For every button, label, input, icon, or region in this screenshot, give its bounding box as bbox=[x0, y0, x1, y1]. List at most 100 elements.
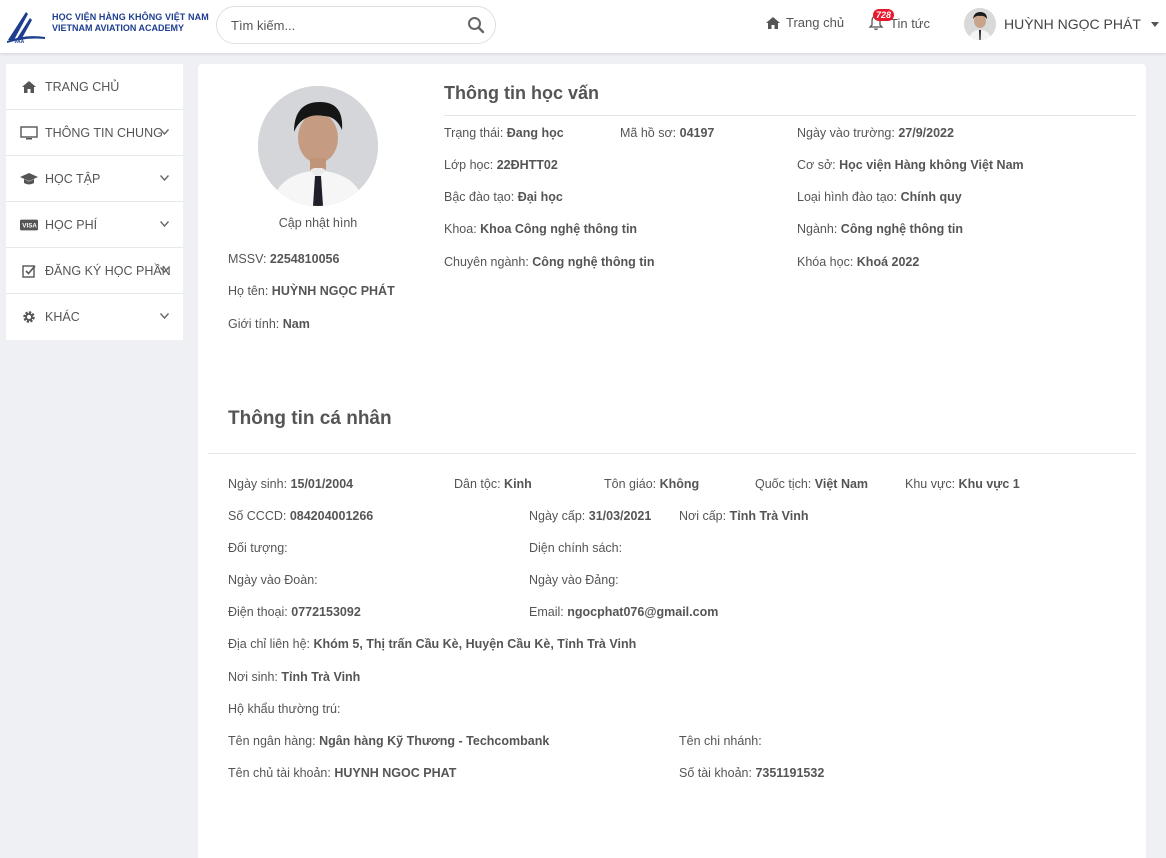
sidebar-item-course-registration[interactable]: ĐĂNG KÝ HỌC PHẦN bbox=[6, 248, 183, 294]
training-type-label: Loại hình đào tạo: bbox=[797, 190, 898, 204]
bell-icon: 728 bbox=[868, 9, 895, 31]
name-field: Họ tên: HUỲNH NGỌC PHÁT bbox=[228, 284, 395, 298]
name-value: HUỲNH NGỌC PHÁT bbox=[271, 284, 395, 298]
account-number-value: 7351191532 bbox=[755, 766, 825, 780]
level-label: Bậc đào tạo: bbox=[444, 190, 515, 204]
sidebar-item-label: HỌC PHÍ bbox=[45, 217, 98, 232]
education-divider bbox=[444, 115, 1136, 116]
birthplace-field: Nơi sinh: Tỉnh Trà Vinh bbox=[228, 670, 360, 684]
sidebar-item-label: HỌC TẬP bbox=[45, 171, 101, 186]
sidebar-item-label: ĐĂNG KÝ HỌC PHẦN bbox=[45, 263, 171, 278]
search-input[interactable] bbox=[231, 16, 461, 34]
residence-label: Hộ khẩu thường trú: bbox=[228, 702, 341, 716]
party-date-field: Ngày vào Đảng: bbox=[529, 573, 619, 587]
search-icon[interactable] bbox=[467, 16, 485, 34]
campus-value: Học viện Hàng không Việt Nam bbox=[839, 158, 1024, 172]
citizen-id-field: Số CCCD: 084204001266 bbox=[228, 509, 373, 523]
phone-label: Điện thoại: bbox=[228, 605, 288, 619]
user-menu[interactable]: HUỲNH NGỌC PHÁT bbox=[964, 8, 1159, 40]
course-field: Khóa học: Khoá 2022 bbox=[797, 255, 919, 269]
email-label: Email: bbox=[529, 605, 564, 619]
top-header: VAA HỌC VIỆN HÀNG KHÔNG VIỆT NAM VIETNAM… bbox=[0, 0, 1166, 53]
gender-field: Giới tính: Nam bbox=[228, 317, 310, 331]
specialization-label: Chuyên ngành: bbox=[444, 255, 529, 269]
check-square-icon bbox=[20, 264, 38, 278]
entry-date-field: Ngày vào trường: 27/9/2022 bbox=[797, 126, 954, 140]
nav-home-label: Trang chủ bbox=[786, 15, 845, 30]
course-label: Khóa học: bbox=[797, 255, 854, 269]
account-holder-field: Tên chủ tài khoản: HUYNH NGOC PHAT bbox=[228, 766, 456, 780]
account-number-field: Số tài khoản: 7351191532 bbox=[679, 766, 824, 780]
dob-label: Ngày sinh: bbox=[228, 477, 288, 491]
file-code-label: Mã hồ sơ: bbox=[620, 126, 677, 140]
caret-down-icon bbox=[1150, 21, 1159, 27]
mssv-value: 2254810056 bbox=[269, 252, 340, 266]
issue-date-label: Ngày cấp: bbox=[529, 509, 586, 523]
bank-field: Tên ngân hàng: Ngân hàng Kỹ Thương - Tec… bbox=[228, 734, 549, 748]
sidebar-item-label: THÔNG TIN CHUNG bbox=[45, 125, 163, 140]
faculty-value: Khoa Công nghệ thông tin bbox=[480, 222, 638, 236]
specialization-value: Công nghệ thông tin bbox=[532, 255, 655, 269]
account-number-label: Số tài khoản: bbox=[679, 766, 752, 780]
gear-icon bbox=[20, 310, 38, 324]
search-box bbox=[216, 6, 496, 44]
level-value: Đại học bbox=[517, 190, 563, 204]
training-type-value: Chính quy bbox=[900, 190, 962, 204]
issue-place-field: Nơi cấp: Tỉnh Trà Vinh bbox=[679, 509, 809, 523]
chevron-down-icon bbox=[160, 175, 169, 181]
sidebar-item-other[interactable]: KHÁC bbox=[6, 294, 183, 340]
training-type-field: Loại hình đào tạo: Chính quy bbox=[797, 190, 962, 204]
region-value: Khu vực 1 bbox=[958, 477, 1020, 491]
branch-label: Tên chi nhánh: bbox=[679, 734, 762, 748]
sidebar-item-home[interactable]: TRANG CHỦ bbox=[6, 64, 183, 110]
sidebar-item-general-info[interactable]: THÔNG TIN CHUNG bbox=[6, 110, 183, 156]
entry-date-label: Ngày vào trường: bbox=[797, 126, 895, 140]
object-field: Đối tượng: bbox=[228, 541, 288, 555]
nav-news-link[interactable]: 728 Tin tức bbox=[868, 9, 930, 31]
gender-label: Giới tính: bbox=[228, 317, 280, 331]
specialization-field: Chuyên ngành: Công nghệ thông tin bbox=[444, 255, 654, 269]
party-date-label: Ngày vào Đảng: bbox=[529, 573, 619, 587]
mssv-field: MSSV: 2254810056 bbox=[228, 252, 339, 266]
branch-field: Tên chi nhánh: bbox=[679, 734, 762, 748]
chevron-down-icon bbox=[160, 129, 169, 135]
update-photo-link[interactable]: Cập nhật hình bbox=[258, 216, 378, 230]
campus-label: Cơ sở: bbox=[797, 158, 836, 172]
avatar bbox=[964, 8, 996, 40]
policy-label: Diện chính sách: bbox=[529, 541, 623, 555]
email-field: Email: ngocphat076@gmail.com bbox=[529, 605, 718, 619]
status-field: Trạng thái: Đang học bbox=[444, 126, 564, 140]
file-code-field: Mã hồ sơ: 04197 bbox=[620, 126, 714, 140]
news-count-badge: 728 bbox=[873, 9, 895, 21]
religion-field: Tôn giáo: Không bbox=[604, 477, 699, 491]
sidebar-item-study[interactable]: HỌC TẬP bbox=[6, 156, 183, 202]
gender-value: Nam bbox=[282, 317, 310, 331]
residence-field: Hộ khẩu thường trú: bbox=[228, 702, 340, 716]
issue-date-field: Ngày cấp: 31/03/2021 bbox=[529, 509, 651, 523]
major-field: Ngành: Công nghệ thông tin bbox=[797, 222, 963, 236]
birthplace-value: Tỉnh Trà Vinh bbox=[281, 670, 361, 684]
student-profile-card: Cập nhật hình MSSV: 2254810056 Họ tên: H… bbox=[198, 64, 1146, 858]
academy-logo-icon[interactable]: VAA bbox=[6, 10, 46, 44]
union-date-label: Ngày vào Đoàn: bbox=[228, 573, 318, 587]
faculty-label: Khoa: bbox=[444, 222, 477, 236]
sidebar-item-tuition[interactable]: VISA HỌC PHÍ bbox=[6, 202, 183, 248]
status-label: Trạng thái: bbox=[444, 126, 504, 140]
address-value: Khóm 5, Thị trấn Cầu Kè, Huyện Cầu Kè, T… bbox=[313, 637, 637, 651]
faculty-field: Khoa: Khoa Công nghệ thông tin bbox=[444, 222, 637, 236]
academy-name[interactable]: HỌC VIỆN HÀNG KHÔNG VIỆT NAM VIETNAM AVI… bbox=[52, 12, 209, 33]
graduation-cap-icon bbox=[20, 172, 38, 186]
major-label: Ngành: bbox=[797, 222, 838, 236]
education-section-title: Thông tin học vấn bbox=[444, 83, 599, 103]
campus-field: Cơ sở: Học viện Hàng không Việt Nam bbox=[797, 158, 1024, 172]
issue-date-value: 31/03/2021 bbox=[588, 509, 652, 523]
region-field: Khu vực: Khu vực 1 bbox=[905, 477, 1020, 491]
file-code-value: 04197 bbox=[679, 126, 715, 140]
nav-home-link[interactable]: Trang chủ bbox=[766, 15, 844, 30]
visa-card-icon: VISA bbox=[20, 218, 38, 232]
object-label: Đối tượng: bbox=[228, 541, 288, 555]
region-label: Khu vực: bbox=[905, 477, 956, 491]
union-date-field: Ngày vào Đoàn: bbox=[228, 573, 318, 587]
birthplace-label: Nơi sinh: bbox=[228, 670, 278, 684]
phone-field: Điện thoại: 0772153092 bbox=[228, 605, 361, 619]
